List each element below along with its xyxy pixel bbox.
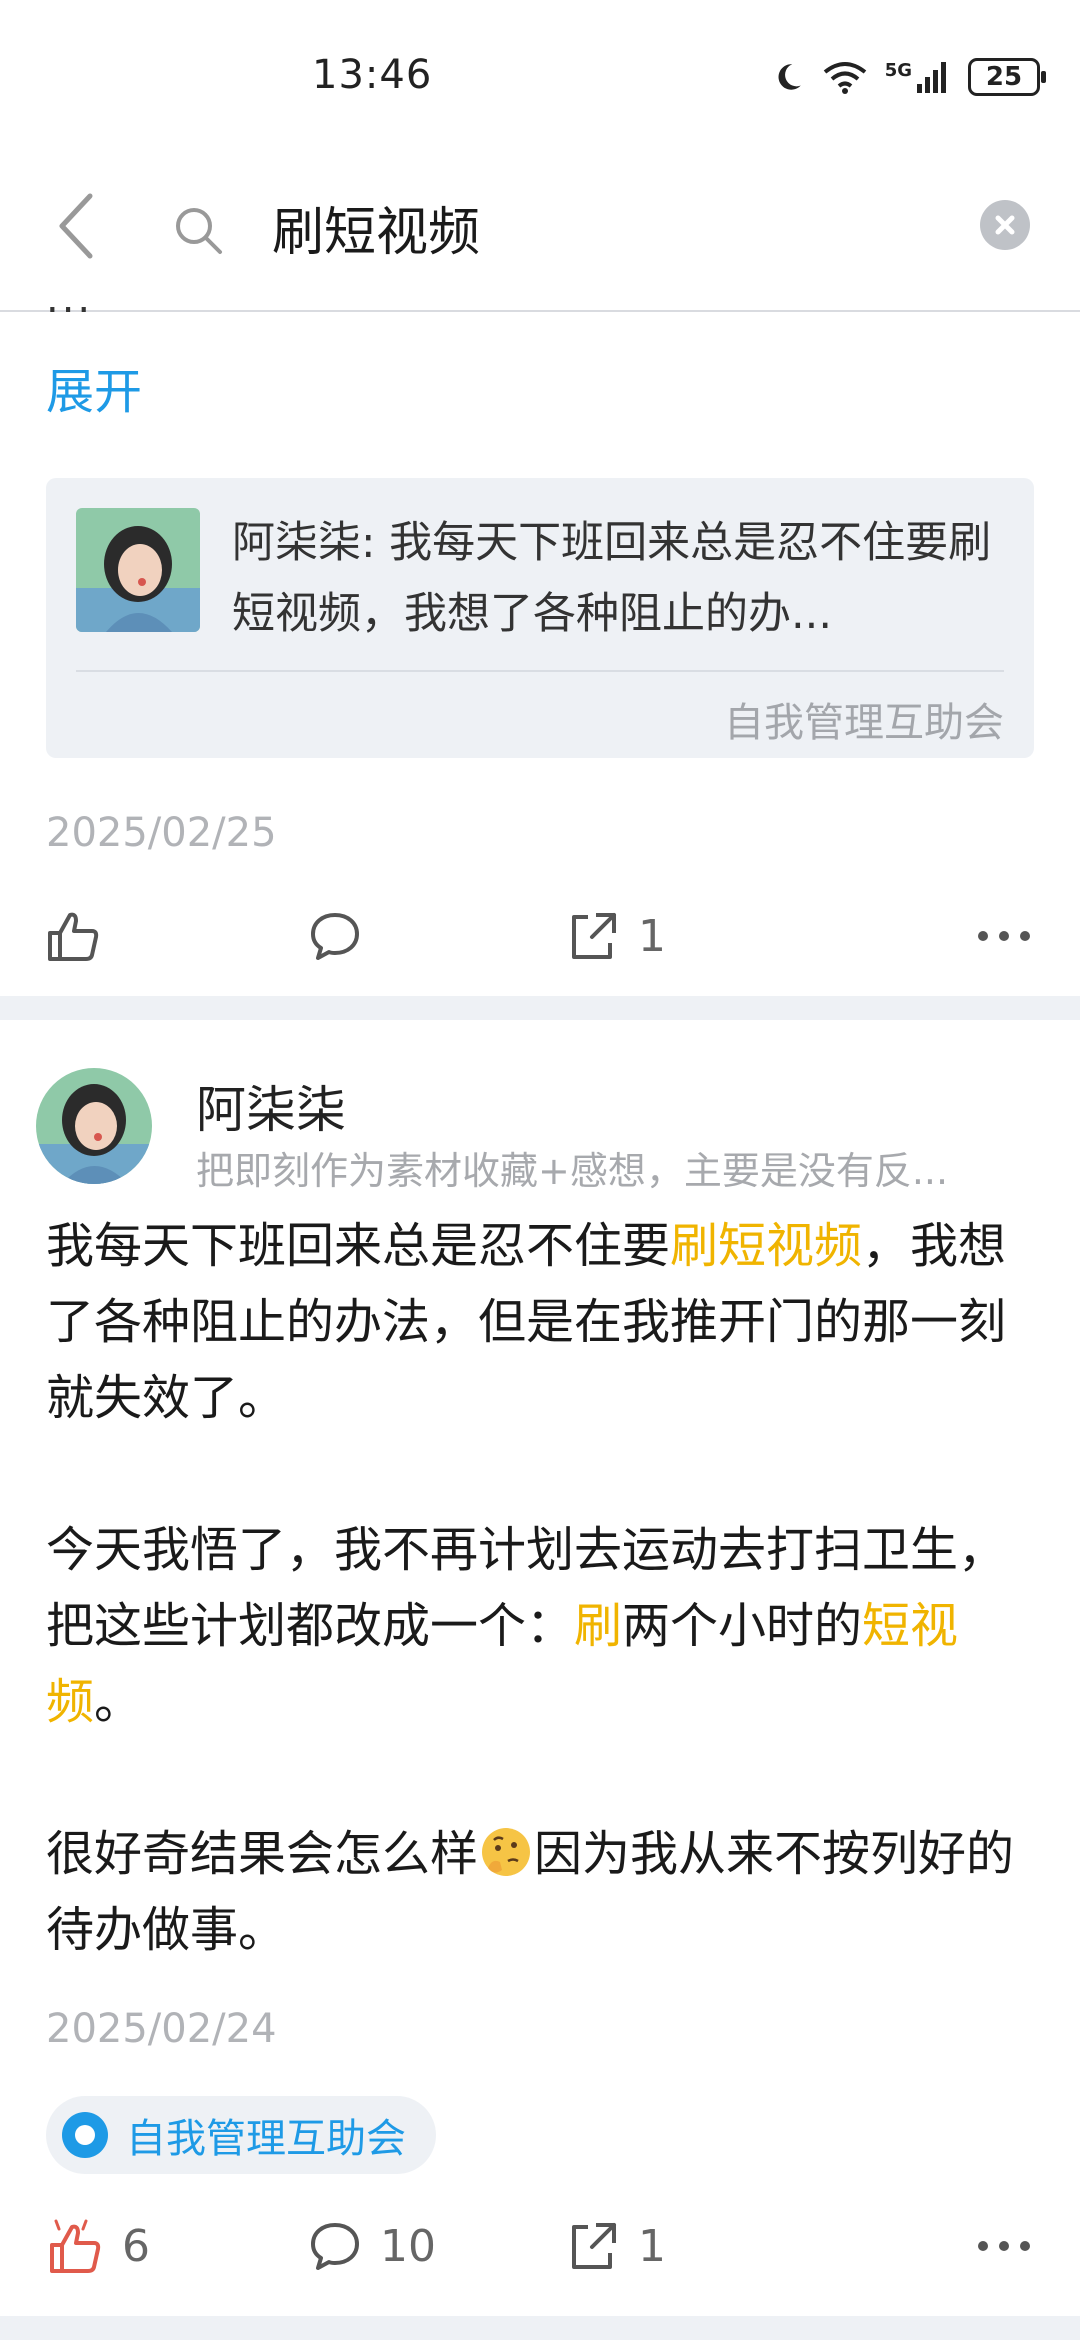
quoted-post-card[interactable]: 阿柒柒: 我每天下班回来总是忍不住要刷短视频，我想了各种阻止的办... 自我管理… <box>46 478 1034 758</box>
signal-icon <box>917 62 946 93</box>
keyword-highlight: 刷 <box>574 1598 623 1654</box>
status-icons: 5G 25 <box>771 58 1046 96</box>
clear-search-button[interactable] <box>980 200 1030 250</box>
post-actions: 6 10 1 <box>0 2206 1080 2286</box>
search-icon <box>176 208 222 254</box>
close-icon <box>995 215 1015 235</box>
like-button[interactable]: 6 <box>46 2206 150 2286</box>
comment-count: 10 <box>380 2220 436 2272</box>
post-actions: 1 <box>0 896 1080 976</box>
share-button[interactable]: 1 <box>566 896 666 976</box>
avatar <box>76 508 200 632</box>
topic-tag[interactable]: 自我管理互助会 <box>46 2096 436 2174</box>
status-time: 13:46 <box>312 52 433 98</box>
post-paragraph: 我每天下班回来总是忍不住要刷短视频，我想了各种阻止的办法，但是在我推开门的那一刻… <box>46 1218 1007 1426</box>
back-icon[interactable] <box>48 186 108 266</box>
status-bar: 13:46 5G 25 <box>0 0 1080 150</box>
share-icon <box>572 913 616 959</box>
expand-link[interactable]: 展开 <box>46 352 142 422</box>
topic-label: 自我管理互助会 <box>126 2116 406 2162</box>
comment-button[interactable] <box>308 896 362 976</box>
comment-button[interactable]: 10 <box>308 2206 436 2286</box>
section-separator <box>0 996 1080 1020</box>
more-button[interactable] <box>976 896 1032 976</box>
author-bio: 把即刻作为素材收藏+感想，主要是没有反... <box>196 1149 949 1193</box>
search-header: 刷短视频 <box>0 150 1080 312</box>
like-count: 6 <box>122 2220 150 2272</box>
comment-icon <box>311 2223 359 2270</box>
post-date: 2025/02/25 <box>46 810 277 856</box>
avatar[interactable] <box>36 1068 152 1184</box>
more-icon <box>978 931 1030 941</box>
network-label: 5G <box>884 59 912 81</box>
share-button[interactable]: 1 <box>566 2206 666 2286</box>
section-separator <box>0 2316 1080 2340</box>
post-paragraph: 很好奇结果会怎么样 因为我从来不按列好的待办做事。 <box>46 1826 1015 1958</box>
author-name[interactable]: 阿柒柒 <box>196 1070 346 1142</box>
keyword-highlight: 刷短视频 <box>670 1218 863 1274</box>
quoted-post-text: 阿柒柒: 我每天下班回来总是忍不住要刷短视频，我想了各种阻止的办... <box>232 518 992 639</box>
post-paragraph: 今天我悟了，我不再计划去运动去打扫卫生，把这些计划都改成一个：刷两个小时的短视频… <box>46 1522 1007 1730</box>
more-button[interactable] <box>976 2206 1032 2286</box>
truncated-text: ... <box>46 276 94 322</box>
wifi-icon <box>823 62 866 94</box>
like-button[interactable] <box>46 896 100 976</box>
search-input[interactable]: 刷短视频 <box>272 190 480 265</box>
post-body[interactable]: 我每天下班回来总是忍不住要刷短视频，我想了各种阻止的办法，但是在我推开门的那一刻… <box>46 1208 1046 1968</box>
topic-icon <box>62 2112 108 2158</box>
thumbs-up-icon <box>48 912 99 961</box>
share-count: 1 <box>638 2220 666 2272</box>
battery-indicator: 25 <box>968 58 1046 96</box>
thinking-face-icon <box>482 1828 531 1876</box>
quoted-post-source[interactable]: 自我管理互助会 <box>724 690 1004 748</box>
more-icon <box>978 2241 1030 2251</box>
divider <box>76 670 1004 672</box>
post-date: 2025/02/24 <box>46 2006 277 2052</box>
share-icon <box>572 2223 616 2269</box>
share-count: 1 <box>638 910 666 962</box>
comment-icon <box>311 913 359 960</box>
thumbs-up-icon <box>50 2219 101 2273</box>
moon-icon <box>778 64 801 90</box>
